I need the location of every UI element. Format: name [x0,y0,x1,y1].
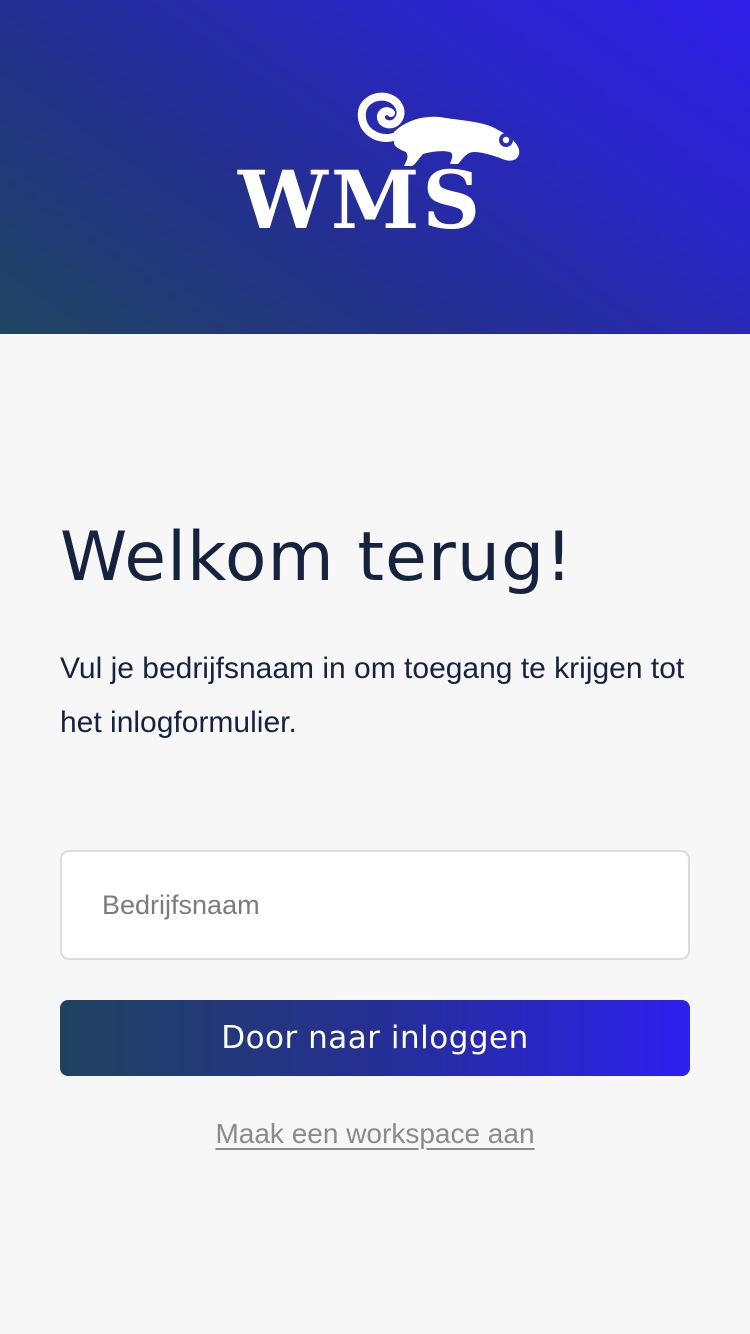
brand-header: WMS [0,0,750,334]
company-name-input[interactable] [62,852,688,958]
company-name-field-wrapper [60,850,690,960]
page-title: Welkom terug! [60,518,574,597]
wms-logo: WMS [236,92,526,237]
wms-logo-text: WMS [237,153,483,237]
continue-to-login-button[interactable]: Door naar inloggen [60,1000,690,1076]
chameleon-icon: WMS [237,92,520,237]
create-workspace-link[interactable]: Maak een workspace aan [215,1118,534,1149]
page-subtitle: Vul je bedrijfsnaam in om toegang te kri… [60,652,685,739]
create-workspace-container: Maak een workspace aan [0,1112,750,1156]
